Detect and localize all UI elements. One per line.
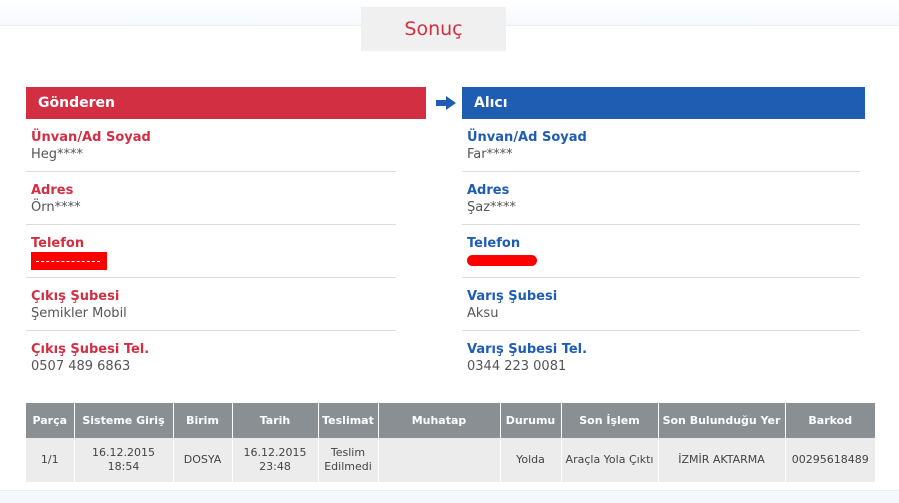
receiver-name-label: Ünvan/Ad Soyad [467, 130, 587, 145]
col-birim: Birim [173, 403, 233, 438]
cell-son-yer: İZMİR AKTARMA [658, 438, 786, 482]
result-title: Sonuç [361, 7, 506, 51]
receiver-address-label: Adres [467, 183, 510, 198]
cell-teslimat: Teslim Edilmedi [318, 438, 379, 482]
col-parca: Parça [26, 403, 75, 438]
sender-phone-label: Telefon [31, 236, 85, 251]
arrow-right-icon [436, 96, 456, 110]
cell-sisteme-giris-time: 18:54 [107, 460, 140, 473]
receiver-phone-value [467, 252, 860, 272]
receiver-phone-label: Telefon [467, 236, 521, 251]
sender-branch-phone-label: Çıkış Şubesi Tel. [31, 342, 150, 357]
sender-phone-field: Telefon [26, 225, 396, 278]
sender-branch-phone-value: 0507 489 6863 [31, 359, 131, 374]
col-son-yer: Son Bulunduğu Yer [658, 403, 786, 438]
sender-branch-label: Çıkış Şubesi [31, 289, 120, 304]
cell-barkod: 00295618489 [785, 438, 875, 482]
receiver-address-field: Adres Şaz**** [462, 172, 860, 225]
redaction-box [31, 252, 107, 270]
receiver-branch-field: Varış Şubesi Aksu [462, 278, 860, 331]
sender-name-field: Ünvan/Ad Soyad Heg**** [26, 119, 396, 172]
redaction-pill [467, 255, 537, 266]
sender-address-label: Adres [31, 183, 74, 198]
cell-birim: DOSYA [173, 438, 233, 482]
sender-branch-value: Şemikler Mobil [31, 306, 127, 321]
col-sisteme-giris: Sisteme Giriş [74, 403, 174, 438]
cell-sisteme-giris-date: 16.12.2015 [92, 446, 155, 459]
table-row: 1/1 16.12.2015 18:54 DOSYA 16.12.2015 23… [26, 438, 875, 482]
sender-name-label: Ünvan/Ad Soyad [31, 130, 151, 145]
sender-name-value: Heg**** [31, 147, 84, 162]
cell-tarih-time: 23:48 [259, 460, 291, 473]
cell-sisteme-giris: 16.12.2015 18:54 [74, 438, 174, 482]
receiver-name-value: Far**** [467, 147, 513, 162]
col-teslimat: Teslimat [318, 403, 379, 438]
receiver-branch-phone-label: Varış Şubesi Tel. [467, 342, 588, 357]
sender-branch-phone-field: Çıkış Şubesi Tel. 0507 489 6863 [26, 331, 396, 384]
sender-header: Gönderen [26, 87, 426, 119]
sender-phone-value [31, 252, 396, 276]
table-header-row: Parça Sisteme Giriş Birim Tarih Teslimat… [26, 403, 875, 438]
col-tarih: Tarih [232, 403, 319, 438]
receiver-name-field: Ünvan/Ad Soyad Far**** [462, 119, 860, 172]
col-muhatap: Muhatap [378, 403, 501, 438]
receiver-branch-phone-field: Varış Şubesi Tel. 0344 223 0081 [462, 331, 860, 384]
receiver-panel: Alıcı Ünvan/Ad Soyad Far**** Adres Şaz**… [462, 87, 865, 384]
receiver-address-value: Şaz**** [467, 200, 517, 215]
col-son-islem: Son İşlem [561, 403, 659, 438]
cell-teslimat-line2: Edilmedi [324, 460, 372, 473]
sender-address-value: Örn**** [31, 200, 81, 215]
cell-son-islem: Araçla Yola Çıktı [561, 438, 659, 482]
cell-durumu: Yolda [500, 438, 562, 482]
shipment-table: Parça Sisteme Giriş Birim Tarih Teslimat… [26, 403, 875, 482]
receiver-branch-value: Aksu [467, 306, 499, 321]
sender-panel: Gönderen Ünvan/Ad Soyad Heg**** Adres Ör… [26, 87, 426, 384]
cell-parca: 1/1 [26, 438, 75, 482]
col-durumu: Durumu [500, 403, 562, 438]
cell-tarih-date: 16.12.2015 [243, 446, 307, 459]
cell-teslimat-line1: Teslim [330, 446, 366, 459]
cell-muhatap [378, 438, 501, 482]
bottom-edge [0, 490, 899, 503]
sender-branch-field: Çıkış Şubesi Şemikler Mobil [26, 278, 396, 331]
cell-tarih: 16.12.2015 23:48 [232, 438, 319, 482]
col-barkod: Barkod [785, 403, 875, 438]
receiver-branch-phone-value: 0344 223 0081 [467, 359, 567, 374]
receiver-phone-field: Telefon [462, 225, 860, 278]
sender-address-field: Adres Örn**** [26, 172, 396, 225]
receiver-header: Alıcı [462, 87, 865, 119]
receiver-branch-label: Varış Şubesi [467, 289, 558, 304]
